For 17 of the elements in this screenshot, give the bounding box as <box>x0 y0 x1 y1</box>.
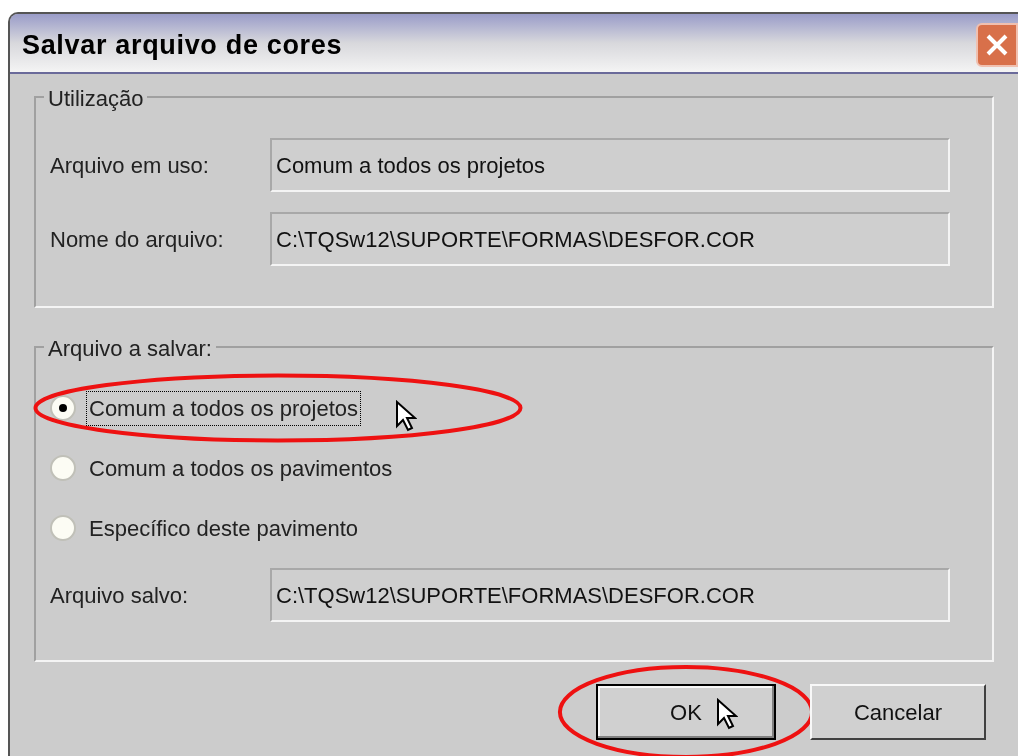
radio-button[interactable] <box>50 515 76 541</box>
text-field[interactable]: Comum a todos os projetos <box>270 138 950 192</box>
close-button[interactable] <box>976 23 1018 67</box>
field-label: Arquivo salvo: <box>50 581 190 610</box>
radio-button[interactable] <box>50 395 76 421</box>
field-label: Arquivo em uso: <box>50 151 210 180</box>
dialog-button[interactable]: OK <box>596 684 776 740</box>
radio-label[interactable]: Comum a todos os projetos <box>86 390 362 426</box>
radio-button[interactable] <box>50 455 76 481</box>
window-title: Salvar arquivo de cores <box>22 28 343 62</box>
radio-label[interactable]: Específico deste pavimento <box>86 510 362 546</box>
radio-label[interactable]: Comum a todos os pavimentos <box>86 450 396 486</box>
text-field[interactable]: C:\TQSw12\SUPORTE\FORMAS\DESFOR.COR <box>270 212 950 266</box>
close-icon <box>984 32 1010 58</box>
dialog-button[interactable]: Cancelar <box>810 684 986 740</box>
text-field[interactable]: C:\TQSw12\SUPORTE\FORMAS\DESFOR.COR <box>270 568 950 622</box>
field-label: Nome do arquivo: <box>50 225 225 254</box>
